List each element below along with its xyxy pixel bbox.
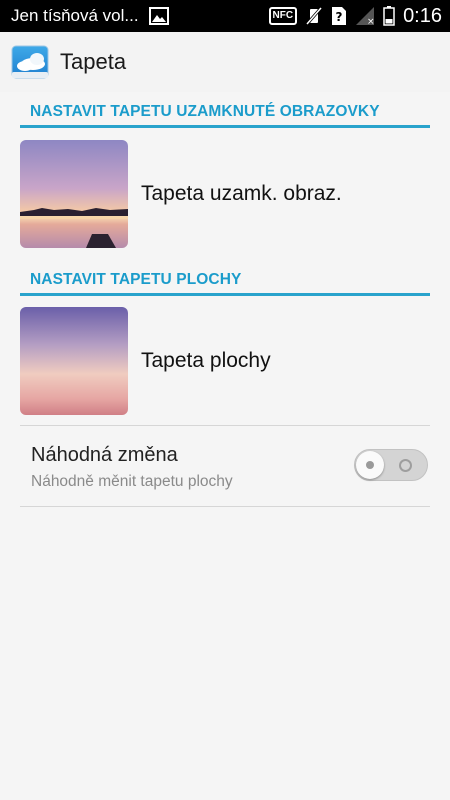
battery-icon bbox=[383, 6, 395, 26]
lockscreen-wallpaper-item[interactable]: Tapeta uzamk. obraz. bbox=[20, 140, 430, 248]
app-bar: Tapeta bbox=[0, 32, 450, 92]
random-change-title: Náhodná změna bbox=[31, 444, 178, 466]
svg-text:?: ? bbox=[336, 10, 343, 24]
toggle-on-ring bbox=[399, 459, 412, 472]
lockscreen-wallpaper-label: Tapeta uzamk. obraz. bbox=[141, 182, 342, 205]
svg-text:×: × bbox=[367, 17, 375, 26]
toggle-off-dot bbox=[366, 461, 374, 469]
random-change-subtitle: Náhodně měnit tapetu plochy bbox=[31, 473, 233, 490]
random-change-toggle[interactable] bbox=[354, 449, 428, 481]
section-header-home: NASTAVIT TAPETU PLOCHY bbox=[20, 266, 430, 296]
divider bbox=[20, 425, 430, 426]
home-wallpaper-thumbnail bbox=[20, 307, 128, 415]
sim-unknown-icon: ? bbox=[331, 6, 347, 26]
nfc-icon: NFC bbox=[268, 7, 298, 25]
divider bbox=[20, 506, 430, 507]
carrier-text: Jen tísňová vol... bbox=[11, 6, 139, 25]
wallpaper-app-icon[interactable] bbox=[11, 43, 49, 81]
vibrate-off-icon bbox=[305, 6, 323, 26]
page-title: Tapeta bbox=[60, 49, 127, 74]
home-wallpaper-item[interactable]: Tapeta plochy bbox=[20, 307, 430, 415]
clock: 0:16 bbox=[403, 4, 442, 27]
status-bar: Jen tísňová vol... NFC ? × 0:16 bbox=[0, 0, 450, 32]
section-header-lockscreen: NASTAVIT TAPETU UZAMKNUTÉ OBRAZOVKY bbox=[20, 98, 430, 128]
toggle-knob bbox=[356, 451, 384, 479]
lockscreen-wallpaper-thumbnail bbox=[20, 140, 128, 248]
signal-icon: × bbox=[355, 6, 375, 26]
image-icon bbox=[148, 7, 169, 25]
home-wallpaper-label: Tapeta plochy bbox=[141, 349, 271, 372]
random-change-row[interactable]: Náhodná změna Náhodně měnit tapetu ploch… bbox=[20, 436, 430, 506]
